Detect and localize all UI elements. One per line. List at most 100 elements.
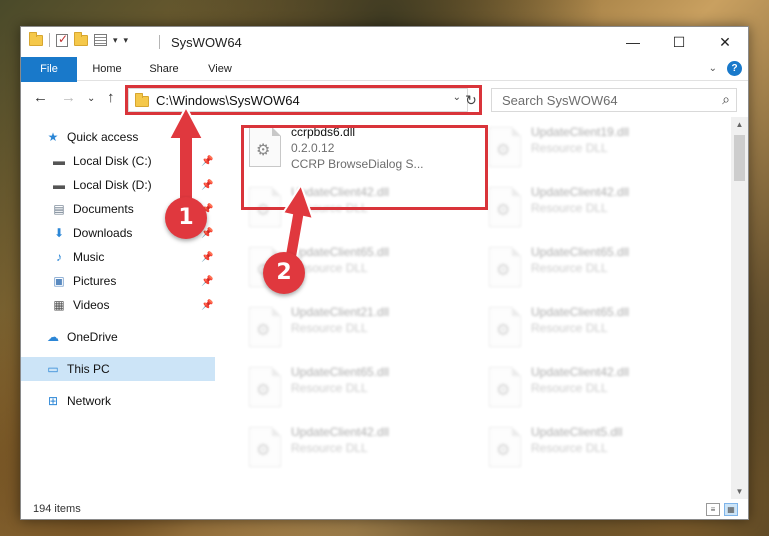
star-icon: ★ — [47, 130, 59, 144]
file-item[interactable]: ⚙ UpdateClient42.dll Resource DLL — [243, 421, 463, 473]
tab-share[interactable]: Share — [139, 57, 189, 81]
dll-file-icon: ⚙ — [489, 247, 521, 287]
step-one-badge: 1 — [165, 197, 207, 239]
file-item[interactable]: ⚙ UpdateClient42.dll Resource DLL — [483, 181, 703, 233]
sidebar-item-this-pc[interactable]: ▭ This PC — [21, 357, 215, 381]
properties-check-icon[interactable] — [56, 32, 68, 47]
file-type: Resource DLL — [291, 381, 368, 395]
gear-icon: ⚙ — [496, 382, 511, 399]
toolbar-dropdown-icon[interactable]: ▾ — [124, 35, 129, 46]
forward-arrow-icon[interactable]: → — [61, 89, 76, 106]
file-name: UpdateClient42.dll — [531, 365, 630, 379]
file-item[interactable]: ⚙ UpdateClient65.dll Resource DLL — [483, 301, 703, 353]
gear-icon: ⚙ — [256, 442, 271, 459]
file-item[interactable]: ⚙ UpdateClient42.dll Resource DLL — [483, 361, 703, 413]
gear-icon: ⚙ — [496, 322, 511, 339]
recent-locations-icon[interactable]: ⌄ — [87, 93, 95, 104]
file-type: Resource DLL — [291, 321, 368, 335]
quick-access-toolbar: ▾ ▾ — [29, 31, 129, 47]
file-item[interactable]: ⚙ UpdateClient65.dll Resource DLL — [243, 361, 463, 413]
vertical-scrollbar[interactable]: ▲ ▼ — [731, 117, 748, 499]
scroll-up-icon[interactable]: ▲ — [731, 120, 748, 129]
sidebar-label: Local Disk (C:) — [73, 154, 152, 168]
picture-icon: ▣ — [53, 274, 65, 288]
dll-file-icon: ⚙ — [489, 187, 521, 227]
new-folder-icon[interactable] — [74, 31, 88, 46]
status-bar: 194 items ≡ ▦ — [21, 499, 748, 519]
dll-file-icon: ⚙ — [489, 367, 521, 407]
file-name: UpdateClient65.dll — [531, 305, 630, 319]
sidebar-item-pictures[interactable]: ▣ Pictures 📌 — [21, 269, 215, 293]
sidebar-label: This PC — [67, 362, 110, 376]
network-icon: ⊞ — [47, 394, 59, 408]
window-controls: — ☐ ✕ — [610, 27, 748, 57]
dll-file-icon: ⚙ — [489, 307, 521, 347]
item-count: 194 items — [33, 503, 81, 515]
sidebar-item-onedrive[interactable]: ☁ OneDrive — [21, 325, 215, 349]
file-name: UpdateClient42.dll — [291, 425, 390, 439]
document-icon: ▤ — [53, 202, 65, 216]
file-type: Resource DLL — [531, 321, 608, 335]
file-type: Resource DLL — [531, 441, 608, 455]
music-note-icon: ♪ — [56, 250, 62, 264]
pin-icon[interactable]: 📌 — [201, 276, 213, 287]
navigation-bar: ← → ⌄ ↑ C:\Windows\SysWOW64 ⌄ ↻ Search S… — [21, 82, 748, 116]
gear-icon: ⚙ — [256, 322, 271, 339]
film-icon: ▦ — [53, 298, 65, 312]
file-item[interactable]: ⚙ UpdateClient21.dll Resource DLL — [243, 301, 463, 353]
gear-icon: ⚙ — [496, 262, 511, 279]
sidebar-label: Quick access — [67, 130, 139, 144]
sidebar-item-videos[interactable]: ▦ Videos 📌 — [21, 293, 215, 317]
tab-home[interactable]: Home — [81, 57, 133, 81]
file-name: UpdateClient42.dll — [531, 185, 630, 199]
scrollbar-thumb[interactable] — [734, 135, 745, 181]
back-arrow-icon[interactable]: ← — [33, 89, 48, 106]
help-icon[interactable]: ? — [727, 61, 742, 76]
file-item[interactable]: ⚙ UpdateClient65.dll Resource DLL — [483, 241, 703, 293]
minimize-button[interactable]: — — [610, 27, 656, 57]
file-type: Resource DLL — [531, 381, 608, 395]
gear-icon: ⚙ — [256, 382, 271, 399]
tiles-view-icon[interactable]: ▦ — [724, 503, 738, 516]
file-item[interactable]: ⚙ UpdateClient5.dll Resource DLL — [483, 421, 703, 473]
title-bar: ▾ ▾ SysWOW64 — ☐ ✕ — [21, 27, 748, 57]
search-input[interactable]: Search SysWOW64 ⌕ — [491, 88, 737, 112]
file-name: UpdateClient65.dll — [531, 245, 630, 259]
download-arrow-icon: ⬇ — [53, 226, 65, 240]
gear-icon: ⚙ — [496, 142, 511, 159]
details-view-icon[interactable]: ≡ — [706, 503, 720, 516]
pin-icon[interactable]: 📌 — [201, 300, 213, 311]
maximize-button[interactable]: ☐ — [656, 27, 702, 57]
toolbar-divider — [49, 33, 50, 47]
gear-icon: ⚙ — [496, 202, 511, 219]
up-arrow-icon[interactable]: ↑ — [107, 89, 115, 106]
ribbon-tabs: File Home Share View ⌄ ? — [21, 57, 748, 109]
file-type: Resource DLL — [531, 141, 608, 155]
file-name: UpdateClient21.dll — [291, 305, 390, 319]
close-button[interactable]: ✕ — [702, 27, 748, 57]
properties-icon[interactable] — [94, 34, 107, 46]
file-item[interactable]: ⚙ UpdateClient19.dll Resource DLL — [483, 121, 703, 173]
file-type: Resource DLL — [531, 261, 608, 275]
gear-icon: ⚙ — [496, 442, 511, 459]
search-icon[interactable]: ⌕ — [722, 91, 730, 108]
sidebar-label: Network — [67, 394, 112, 408]
sidebar-label: Videos — [73, 298, 110, 312]
dll-file-icon: ⚙ — [489, 427, 521, 467]
pin-icon[interactable]: 📌 — [201, 252, 213, 263]
customize-toolbar-arrow-icon[interactable]: ▾ — [113, 35, 118, 46]
cloud-icon: ☁ — [47, 330, 59, 344]
dll-file-icon: ⚙ — [489, 127, 521, 167]
sidebar-label: OneDrive — [67, 330, 118, 344]
folder-icon[interactable] — [29, 31, 43, 46]
file-type: Resource DLL — [531, 201, 608, 215]
view-toggle: ≡ ▦ — [706, 503, 738, 516]
sidebar-item-music[interactable]: ♪ Music 📌 — [21, 245, 215, 269]
tab-view[interactable]: View — [195, 57, 245, 81]
sidebar-label: Pictures — [73, 274, 117, 288]
sidebar-item-network[interactable]: ⊞ Network — [21, 389, 215, 413]
expand-ribbon-icon[interactable]: ⌄ — [709, 63, 717, 74]
sidebar-label: Downloads — [73, 226, 133, 240]
scroll-down-icon[interactable]: ▼ — [731, 487, 748, 496]
file-name: UpdateClient19.dll — [531, 125, 630, 139]
